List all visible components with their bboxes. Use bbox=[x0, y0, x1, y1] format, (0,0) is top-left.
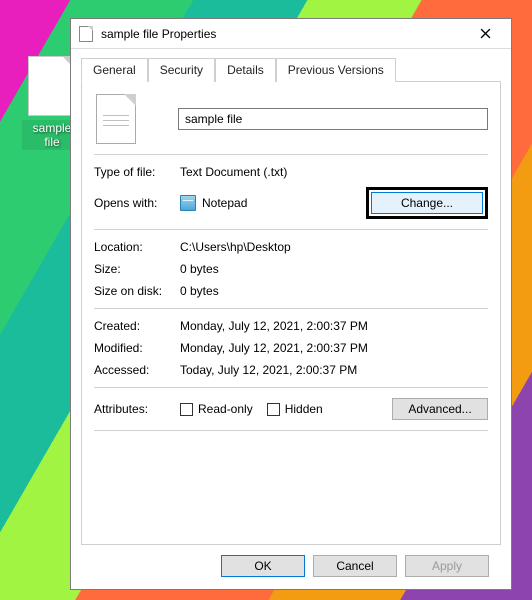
dialog-footer: OK Cancel Apply bbox=[81, 545, 501, 589]
tab-security[interactable]: Security bbox=[148, 58, 215, 82]
modified-value: Monday, July 12, 2021, 2:00:37 PM bbox=[180, 341, 368, 355]
type-of-file-value: Text Document (.txt) bbox=[180, 165, 287, 179]
location-label: Location: bbox=[94, 240, 180, 254]
separator bbox=[94, 154, 488, 155]
location-row: Location: C:\Users\hp\Desktop bbox=[94, 240, 488, 254]
filename-input[interactable] bbox=[178, 108, 488, 130]
change-button[interactable]: Change... bbox=[371, 192, 483, 214]
attributes-row: Attributes: Read-only Hidden Advanced... bbox=[94, 398, 488, 420]
type-of-file-row: Type of file: Text Document (.txt) bbox=[94, 165, 488, 179]
opens-with-label: Opens with: bbox=[94, 196, 180, 210]
tab-previous-versions[interactable]: Previous Versions bbox=[276, 58, 396, 82]
titlebar: sample file Properties bbox=[71, 19, 511, 49]
tab-general[interactable]: General bbox=[81, 58, 148, 82]
checkbox-icon bbox=[180, 403, 193, 416]
size-row: Size: 0 bytes bbox=[94, 262, 488, 276]
opens-with-value: Notepad bbox=[202, 196, 247, 210]
size-on-disk-label: Size on disk: bbox=[94, 284, 180, 298]
size-on-disk-value: 0 bytes bbox=[180, 284, 219, 298]
readonly-checkbox[interactable]: Read-only bbox=[180, 402, 253, 416]
location-value: C:\Users\hp\Desktop bbox=[180, 240, 291, 254]
hidden-checkbox[interactable]: Hidden bbox=[267, 402, 323, 416]
modified-row: Modified: Monday, July 12, 2021, 2:00:37… bbox=[94, 341, 488, 355]
hidden-label: Hidden bbox=[285, 402, 323, 416]
created-row: Created: Monday, July 12, 2021, 2:00:37 … bbox=[94, 319, 488, 333]
text-file-icon bbox=[28, 56, 76, 116]
tab-strip: General Security Details Previous Versio… bbox=[81, 57, 501, 82]
size-value: 0 bytes bbox=[180, 262, 219, 276]
separator bbox=[94, 387, 488, 388]
apply-button[interactable]: Apply bbox=[405, 555, 489, 577]
accessed-row: Accessed: Today, July 12, 2021, 2:00:37 … bbox=[94, 363, 488, 377]
accessed-label: Accessed: bbox=[94, 363, 180, 377]
general-pane: Type of file: Text Document (.txt) Opens… bbox=[81, 82, 501, 545]
document-icon bbox=[79, 26, 93, 42]
ok-button[interactable]: OK bbox=[221, 555, 305, 577]
close-button[interactable] bbox=[465, 20, 505, 48]
modified-label: Modified: bbox=[94, 341, 180, 355]
size-on-disk-row: Size on disk: 0 bytes bbox=[94, 284, 488, 298]
opens-with-row: Opens with: Notepad Change... bbox=[94, 187, 488, 219]
created-value: Monday, July 12, 2021, 2:00:37 PM bbox=[180, 319, 368, 333]
close-icon bbox=[480, 28, 491, 39]
attributes-label: Attributes: bbox=[94, 402, 180, 416]
type-of-file-label: Type of file: bbox=[94, 165, 180, 179]
separator bbox=[94, 430, 488, 431]
properties-dialog: sample file Properties General Security … bbox=[70, 18, 512, 590]
advanced-button[interactable]: Advanced... bbox=[392, 398, 488, 420]
separator bbox=[94, 308, 488, 309]
dialog-body: General Security Details Previous Versio… bbox=[71, 49, 511, 589]
notepad-icon bbox=[180, 195, 196, 211]
cancel-button[interactable]: Cancel bbox=[313, 555, 397, 577]
file-type-icon bbox=[96, 94, 136, 144]
readonly-label: Read-only bbox=[198, 402, 253, 416]
window-title: sample file Properties bbox=[101, 27, 465, 41]
separator bbox=[94, 229, 488, 230]
checkbox-icon bbox=[267, 403, 280, 416]
filename-row bbox=[94, 94, 488, 144]
change-highlight: Change... bbox=[366, 187, 488, 219]
size-label: Size: bbox=[94, 262, 180, 276]
tab-details[interactable]: Details bbox=[215, 58, 276, 82]
accessed-value: Today, July 12, 2021, 2:00:37 PM bbox=[180, 363, 357, 377]
created-label: Created: bbox=[94, 319, 180, 333]
